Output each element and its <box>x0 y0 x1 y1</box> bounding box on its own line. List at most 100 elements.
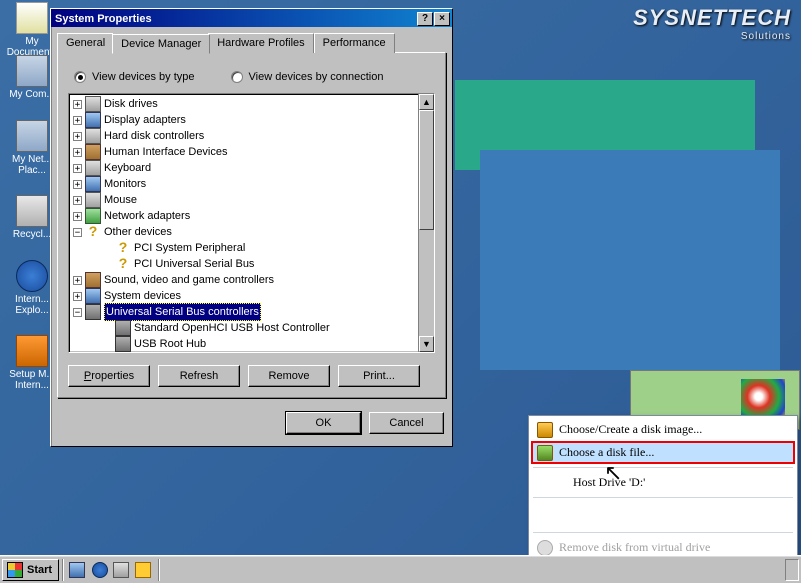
properties-button[interactable]: Properties <box>68 365 150 387</box>
ok-button[interactable]: OK <box>286 412 361 434</box>
tree-label[interactable]: PCI Universal Serial Bus <box>134 256 254 272</box>
network-adapter-icon <box>85 208 101 224</box>
tree-label[interactable]: Standard OpenHCI USB Host Controller <box>134 320 330 336</box>
quicklaunch-outlook[interactable] <box>112 560 132 580</box>
usb-icon <box>115 320 131 336</box>
tree-label[interactable]: Mouse <box>104 192 137 208</box>
tree-label[interactable]: Sound, video and game controllers <box>104 272 274 288</box>
scroll-up-button[interactable]: ▲ <box>419 94 434 110</box>
tree-label[interactable]: Disk drives <box>104 96 158 112</box>
tree-label[interactable]: Human Interface Devices <box>104 144 228 160</box>
scroll-down-button[interactable]: ▼ <box>419 336 434 352</box>
titlebar[interactable]: System Properties ? × <box>51 9 452 27</box>
tree-label[interactable]: System devices <box>104 288 181 304</box>
divider <box>62 559 64 581</box>
tree-label[interactable]: Hard disk controllers <box>104 128 204 144</box>
expand-toggle[interactable]: + <box>73 292 82 301</box>
documents-icon <box>16 2 48 34</box>
disk-file-icon <box>537 445 553 461</box>
warning-icon: ? <box>85 224 101 240</box>
help-button[interactable]: ? <box>417 12 433 26</box>
cancel-button[interactable]: Cancel <box>369 412 444 434</box>
media-player-icon <box>135 562 151 578</box>
desktop-label: My Net... Plac... <box>12 154 52 176</box>
menu-create-disk-image[interactable]: Choose/Create a disk image... <box>531 418 795 441</box>
tab-device-manager[interactable]: Device Manager <box>112 34 210 54</box>
watermark-sub: Solutions <box>633 31 791 42</box>
tree-label[interactable]: Keyboard <box>104 160 151 176</box>
radio-icon <box>231 71 243 83</box>
menu-choose-disk-file[interactable]: Choose a disk file... <box>531 441 795 464</box>
expand-toggle[interactable]: + <box>73 148 82 157</box>
expand-toggle[interactable]: − <box>73 228 82 237</box>
close-button[interactable]: × <box>434 12 450 26</box>
quicklaunch-desktop[interactable] <box>68 560 88 580</box>
tree-label[interactable]: Other devices <box>104 224 172 240</box>
desktop-icon <box>69 562 85 578</box>
tree-label[interactable]: Network adapters <box>104 208 190 224</box>
remove-button[interactable]: Remove <box>248 365 330 387</box>
windows-flag-icon <box>7 562 23 578</box>
system-tray[interactable] <box>785 559 799 581</box>
usb-icon <box>85 304 101 320</box>
scrollbar[interactable]: ▲ ▼ <box>418 94 434 352</box>
tree-label[interactable]: Display adapters <box>104 112 186 128</box>
refresh-button[interactable]: Refresh <box>158 365 240 387</box>
system-icon <box>85 288 101 304</box>
watermark-main: SYSNETTECH <box>633 5 791 30</box>
keyboard-icon <box>85 160 101 176</box>
tabstrip: General Device Manager Hardware Profiles… <box>57 33 446 53</box>
tab-general[interactable]: General <box>57 33 114 53</box>
menu-label: Choose a disk file... <box>559 445 654 459</box>
radio-by-type[interactable]: View devices by type <box>74 71 195 83</box>
decoration-blue <box>480 150 780 370</box>
scroll-thumb[interactable] <box>419 110 434 230</box>
menu-label: Host Drive 'D:' <box>573 475 645 489</box>
menu-label: Choose/Create a disk image... <box>559 422 702 436</box>
sound-icon <box>85 272 101 288</box>
btn-label: roperties <box>91 370 134 382</box>
desktop-label: Setup M... Intern... <box>9 369 55 391</box>
device-tree[interactable]: + Disk drives + Display adapters + Hard dis… <box>68 93 435 353</box>
tab-performance[interactable]: Performance <box>314 33 395 53</box>
expand-toggle[interactable]: − <box>73 308 82 317</box>
tree-label[interactable]: PCI System Peripheral <box>134 240 245 256</box>
tab-hardware[interactable]: Hardware Profiles <box>208 33 313 53</box>
quicklaunch-media[interactable] <box>134 560 154 580</box>
usb-icon <box>115 336 131 352</box>
tree-label-selected[interactable]: Universal Serial Bus controllers <box>104 303 261 321</box>
dialog-title: System Properties <box>55 13 152 25</box>
network-icon <box>16 120 48 152</box>
recycle-icon <box>16 195 48 227</box>
menu-separator <box>533 467 793 468</box>
quicklaunch-ie[interactable] <box>90 560 110 580</box>
taskbar: Start <box>0 555 801 583</box>
expand-toggle[interactable]: + <box>73 100 82 109</box>
expand-toggle[interactable]: + <box>73 212 82 221</box>
radio-by-connection[interactable]: View devices by connection <box>231 71 384 83</box>
menu-host-drive[interactable]: Host Drive 'D:' <box>531 471 795 494</box>
expand-toggle[interactable]: + <box>73 196 82 205</box>
print-button[interactable]: Print... <box>338 365 420 387</box>
desktop-label: Recycl... <box>13 229 51 240</box>
expand-toggle[interactable]: + <box>73 180 82 189</box>
radio-label: View devices by type <box>92 71 195 83</box>
start-button[interactable]: Start <box>2 559 59 581</box>
menu-label: Remove disk from virtual drive <box>559 540 710 554</box>
menu-separator <box>533 532 793 533</box>
watermark: SYSNETTECH Solutions <box>633 5 791 42</box>
desktop-label: Intern... Explo... <box>15 294 49 316</box>
display-icon <box>85 112 101 128</box>
desktop-label: My Com... <box>9 89 55 100</box>
expand-toggle[interactable]: + <box>73 276 82 285</box>
divider <box>158 559 160 581</box>
monitor-icon <box>85 176 101 192</box>
tree-label[interactable]: Monitors <box>104 176 146 192</box>
ie-icon <box>92 562 108 578</box>
expand-toggle[interactable]: + <box>73 132 82 141</box>
hdd-icon <box>85 128 101 144</box>
start-label: Start <box>27 564 52 576</box>
expand-toggle[interactable]: + <box>73 164 82 173</box>
tree-label[interactable]: USB Root Hub <box>134 336 206 352</box>
expand-toggle[interactable]: + <box>73 116 82 125</box>
